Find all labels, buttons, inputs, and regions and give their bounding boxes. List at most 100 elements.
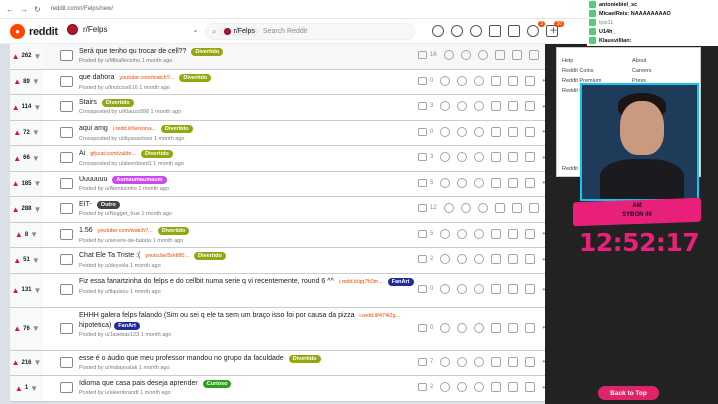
post-title[interactable]: Ai	[79, 150, 85, 157]
downvote-icon[interactable]: ▼	[32, 324, 40, 333]
address-bar[interactable]: reddit.com/r/Felps/new/	[51, 6, 113, 12]
approve-icon[interactable]	[457, 177, 468, 188]
post-thumbnail-icon[interactable]	[60, 356, 73, 368]
post-title[interactable]: aqui amg	[79, 125, 108, 132]
comments-button[interactable]: 0	[418, 127, 433, 137]
post-title[interactable]: EHHH galera felps falando (Sim ou sei q …	[79, 312, 354, 319]
post-row[interactable]: ▲ 216 ▼ esse é o áudio que meu professor…	[10, 350, 545, 376]
post-row[interactable]: ▲ 89 ▼ que dahora youtube.com/watch?... …	[10, 69, 545, 95]
upvote-icon[interactable]: ▲	[12, 286, 20, 295]
downvote-icon[interactable]: ▼	[34, 179, 42, 188]
tag-icon[interactable]	[508, 254, 519, 265]
tag-icon[interactable]	[508, 382, 519, 393]
post-flair[interactable]: Divertido	[179, 73, 212, 82]
award-icon[interactable]	[443, 203, 454, 214]
remove-icon[interactable]	[474, 382, 485, 393]
mod-shield-icon[interactable]	[525, 75, 536, 86]
post-thumbnail-icon[interactable]	[60, 126, 73, 138]
tag-icon[interactable]	[508, 228, 519, 239]
popular-icon[interactable]	[432, 25, 444, 37]
tag-icon[interactable]	[508, 322, 519, 333]
tag-icon[interactable]	[511, 203, 522, 214]
post-thumbnail-icon[interactable]	[60, 203, 73, 215]
remove-icon[interactable]	[474, 177, 485, 188]
mod-shield-icon[interactable]	[525, 322, 536, 333]
remove-icon[interactable]	[474, 356, 485, 367]
post-link[interactable]: gfycat.com/valde...	[90, 151, 136, 157]
remove-icon[interactable]	[474, 284, 485, 294]
mod-shield-icon[interactable]	[525, 254, 536, 265]
downvote-icon[interactable]: ▼	[32, 154, 40, 163]
remove-icon[interactable]	[474, 322, 485, 333]
post-flair[interactable]: FanArt	[387, 277, 414, 286]
post-flair[interactable]: Aumaumaumaum	[112, 175, 167, 184]
forward-icon[interactable]: →	[20, 5, 28, 14]
footer-menu-item[interactable]: Reddit	[562, 166, 578, 172]
comments-button[interactable]: 16	[418, 50, 437, 60]
footer-menu-item[interactable]: Careers	[632, 68, 652, 74]
post-row[interactable]: ▲ 8 ▼ 1.56 youtube.com/watch?... Diverti…	[10, 222, 545, 248]
post-row[interactable]: ▲ 131 ▼ Fiz essa fanartzinha do felps e …	[10, 273, 545, 308]
post-flair[interactable]: Outro	[96, 201, 120, 209]
downvote-icon[interactable]: ▼	[34, 52, 42, 61]
search-scope-chip[interactable]: r/Felps	[220, 27, 259, 36]
downvote-icon[interactable]: ▼	[30, 230, 38, 239]
post-flair[interactable]: Divertido	[193, 252, 226, 260]
downvote-icon[interactable]: ▼	[34, 286, 42, 295]
post-link[interactable]: i.redd.it/474i2g...	[359, 313, 400, 319]
archive-icon[interactable]	[494, 203, 505, 214]
archive-icon[interactable]	[491, 228, 502, 239]
award-icon[interactable]	[440, 382, 451, 393]
post-thumbnail-icon[interactable]	[60, 75, 73, 87]
tag-icon[interactable]	[508, 284, 519, 294]
post-row[interactable]: ▲ 114 ▼ Stairs Divertido Crossposted by …	[10, 95, 545, 121]
comments-button[interactable]: 3	[418, 101, 433, 111]
approve-icon[interactable]	[460, 50, 471, 61]
post-thumbnail-icon[interactable]	[60, 228, 73, 240]
downvote-icon[interactable]: ▼	[34, 205, 42, 214]
tag-icon[interactable]	[508, 126, 519, 137]
mod-shield-icon[interactable]	[525, 177, 536, 188]
footer-menu-item[interactable]: Reddit Coins	[562, 68, 594, 74]
reload-icon[interactable]: ↻	[34, 5, 41, 14]
post-thumbnail-icon[interactable]	[60, 50, 73, 62]
downvote-icon[interactable]: ▼	[33, 103, 41, 112]
upvote-icon[interactable]: ▲	[13, 154, 21, 163]
post-flair[interactable]: Divertido	[160, 124, 193, 133]
tag-icon[interactable]	[508, 356, 519, 367]
approve-icon[interactable]	[457, 228, 468, 239]
comments-button[interactable]: 3	[418, 152, 433, 162]
mod-shield-icon[interactable]	[525, 284, 536, 294]
approve-icon[interactable]	[460, 203, 471, 214]
upvote-icon[interactable]: ▲	[12, 52, 20, 61]
mod-shield-icon[interactable]	[525, 126, 536, 137]
upvote-icon[interactable]: ▲	[15, 384, 23, 393]
downvote-icon[interactable]: ▼	[30, 384, 38, 393]
approve-icon[interactable]	[457, 101, 468, 112]
post-row[interactable]: ▲ 51 ▼ Chat Ele Ta Triste :( youtu.be/5r…	[10, 248, 545, 274]
archive-icon[interactable]	[491, 356, 502, 367]
approve-icon[interactable]	[457, 382, 468, 393]
downvote-icon[interactable]: ▼	[34, 358, 42, 367]
tag-icon[interactable]	[508, 101, 519, 112]
award-icon[interactable]	[440, 177, 451, 188]
award-icon[interactable]	[440, 152, 451, 163]
post-link[interactable]: youtube.com/watch?...	[119, 75, 174, 81]
comments-button[interactable]: 2	[418, 254, 433, 264]
upvote-icon[interactable]: ▲	[12, 358, 20, 367]
post-thumbnail-icon[interactable]	[60, 382, 73, 394]
archive-icon[interactable]	[494, 50, 505, 61]
comments-button[interactable]: 2	[418, 382, 433, 392]
approve-icon[interactable]	[457, 126, 468, 137]
approve-icon[interactable]	[457, 322, 468, 333]
post-row[interactable]: ▲ 185 ▼ Uuuuuuu Aumaumaumaum Posted by u…	[10, 171, 545, 197]
post-flair[interactable]: Divertido	[191, 48, 224, 56]
post-link[interactable]: youtube.com/watch?...	[98, 228, 153, 234]
award-icon[interactable]	[440, 75, 451, 86]
post-flair[interactable]: Curioso	[202, 380, 232, 388]
post-title[interactable]: Será que tenho qu trocar de cell??	[79, 48, 186, 55]
archive-icon[interactable]	[491, 177, 502, 188]
footer-menu-item[interactable]: Help	[562, 58, 573, 64]
post-title[interactable]: EIT-	[79, 201, 92, 208]
award-icon[interactable]	[440, 228, 451, 239]
